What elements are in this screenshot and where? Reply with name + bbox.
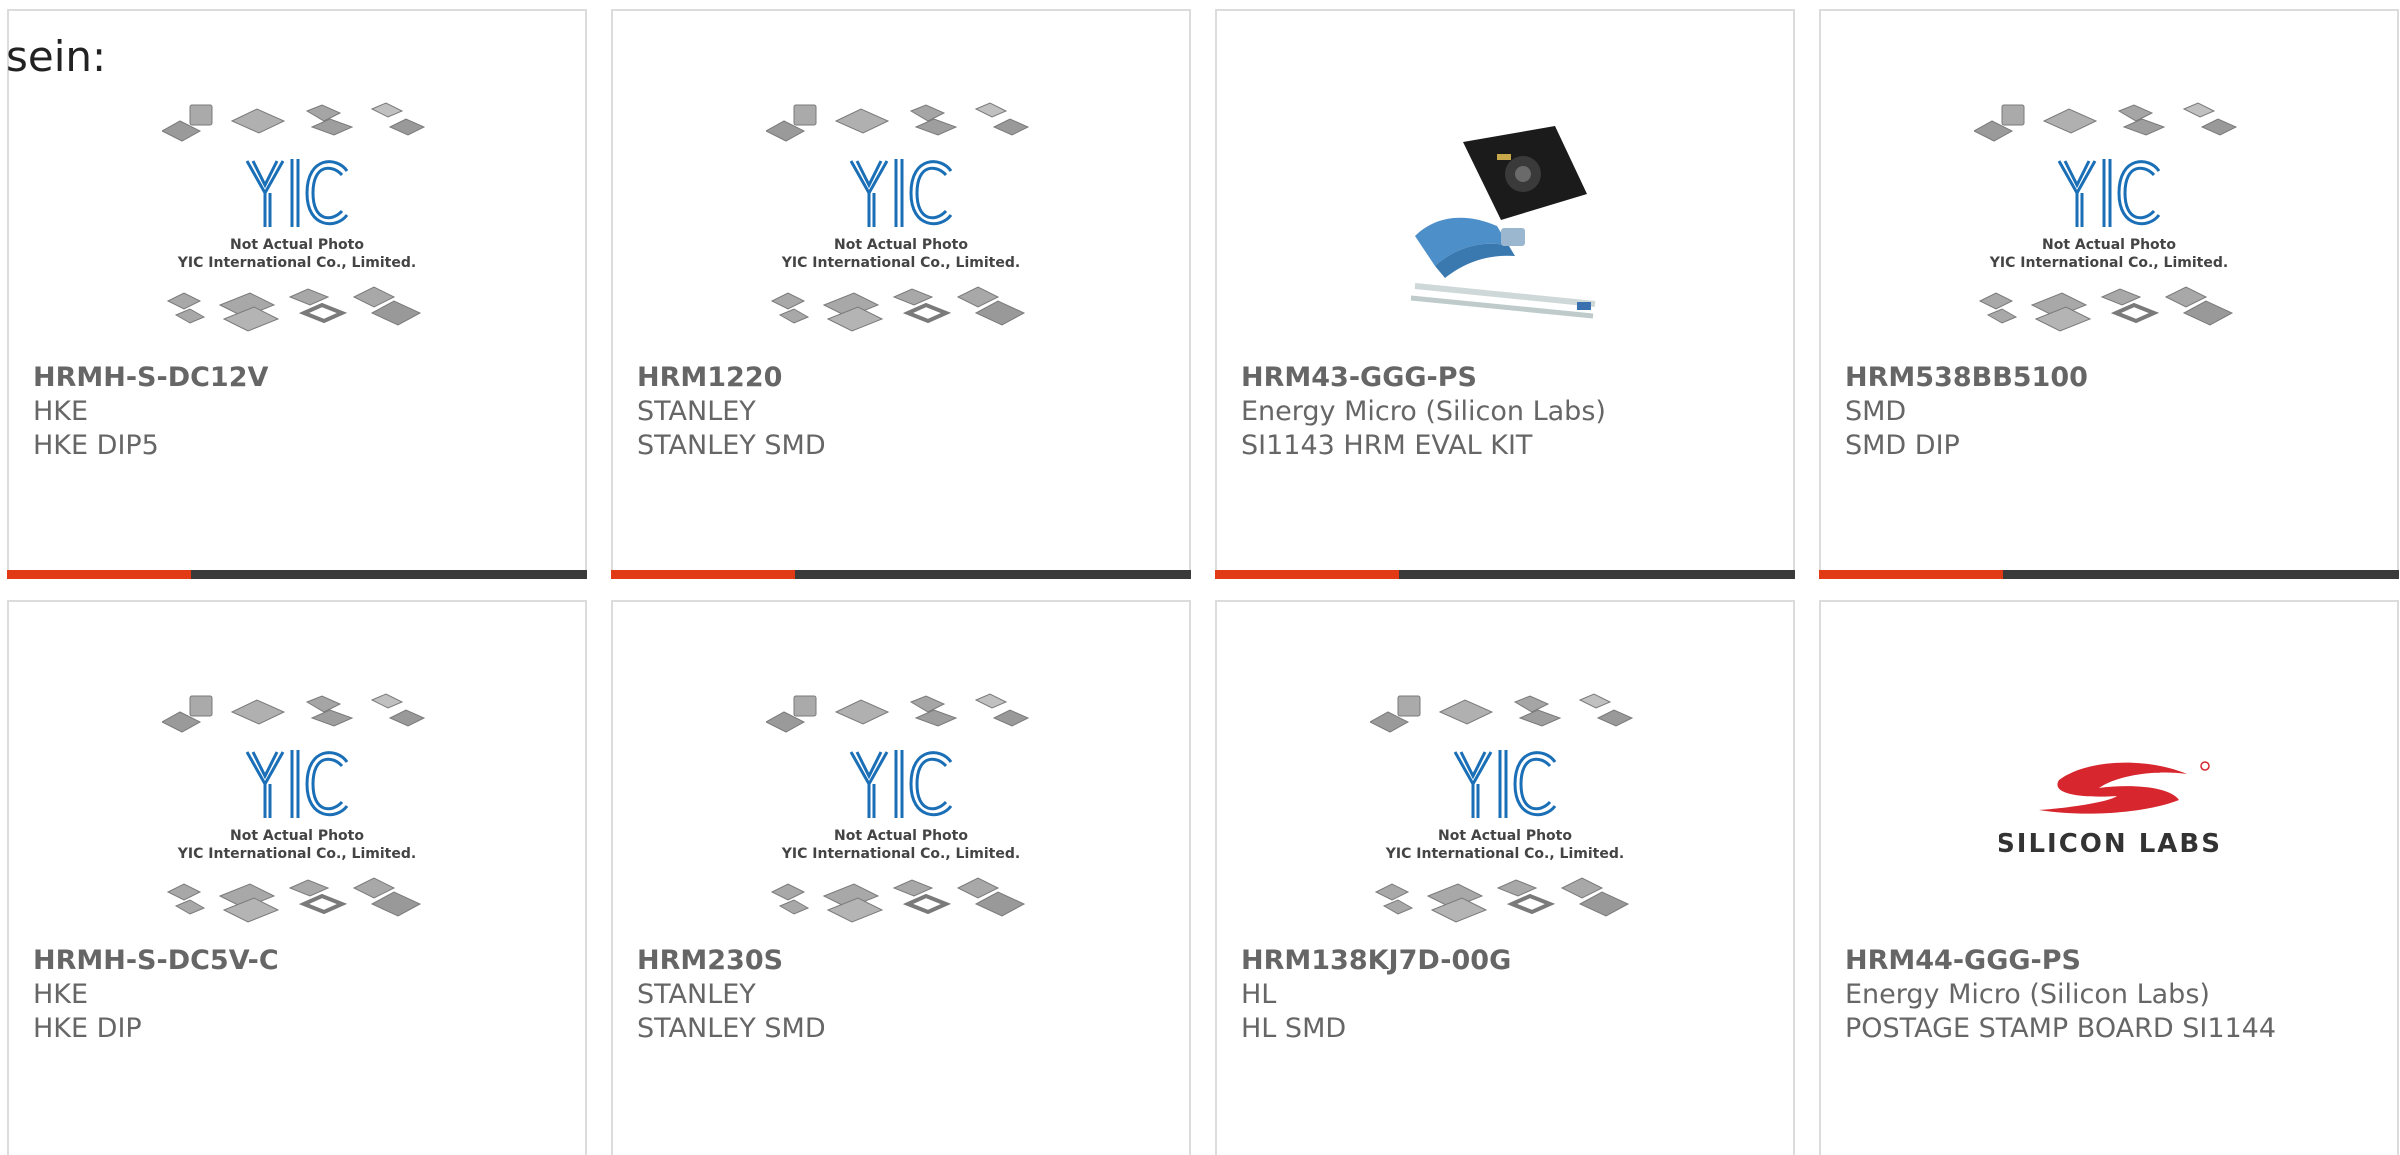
placeholder-line2: YIC International Co., Limited. [781, 846, 1020, 862]
silicon-labs-logo-text: SILICON LABS [1999, 829, 2219, 859]
placeholder-line1: Not Actual Photo [1438, 828, 1572, 844]
product-part-number-link[interactable]: HRMH-S-DC12V [33, 361, 575, 395]
product-description: STANLEY SMD [637, 430, 826, 461]
product-info: HRM1220 STANLEY STANLEY SMD [637, 361, 1179, 463]
card-accent-highlight [1819, 570, 2003, 579]
product-manufacturer: HL [1241, 979, 1277, 1010]
product-card[interactable]: Not Actual Photo YIC International Co., … [611, 9, 1191, 579]
placeholder-line1: Not Actual Photo [2042, 237, 2176, 253]
product-image[interactable]: Not Actual Photo YIC International Co., … [1821, 81, 2397, 361]
product-card[interactable]: Not Actual Photo YIC International Co., … [1215, 600, 1795, 1155]
product-part-number-link[interactable]: HRM138KJ7D-00G [1241, 944, 1783, 978]
product-part-number-link[interactable]: HRM230S [637, 944, 1179, 978]
product-image[interactable]: SILICON LABS [1821, 672, 2397, 952]
product-image[interactable]: Not Actual Photo YIC International Co., … [613, 81, 1189, 361]
product-manufacturer: SMD [1845, 396, 1907, 427]
product-manufacturer: HKE [33, 979, 89, 1010]
product-image[interactable]: Not Actual Photo YIC International Co., … [9, 81, 585, 361]
product-card[interactable]: SILICON LABS HRM44-GGG-PS Energy Micro (S… [1819, 600, 2399, 1155]
product-part-number-link[interactable]: HRM1220 [637, 361, 1179, 395]
product-info: HRM43-GGG-PS Energy Micro (Silicon Labs) S… [1241, 361, 1783, 463]
placeholder-line2: YIC International Co., Limited. [1385, 846, 1624, 862]
product-manufacturer: HKE [33, 396, 89, 427]
product-part-number-link[interactable]: HRM44-GGG-PS [1845, 944, 2387, 978]
product-info: HRM230S STANLEY STANLEY SMD [637, 944, 1179, 1046]
placeholder-line1: Not Actual Photo [230, 828, 364, 844]
card-accent-highlight [1215, 570, 1399, 579]
product-card[interactable]: Not Actual Photo YIC International Co., … [7, 600, 587, 1155]
product-image[interactable]: Not Actual Photo YIC International Co., … [1217, 672, 1793, 952]
card-accent-bar [611, 570, 1191, 579]
product-description: POSTAGE STAMP BOARD SI1144 [1845, 1013, 2277, 1044]
product-info: HRMH-S-DC12V HKE HKE DIP5 [33, 361, 575, 463]
product-part-number-link[interactable]: HRM538BB5100 [1845, 361, 2387, 395]
placeholder-line2: YIC International Co., Limited. [177, 846, 416, 862]
product-manufacturer: Energy Micro (Silicon Labs) [1241, 396, 1606, 427]
eval-kit-photo [1410, 126, 1596, 319]
product-card[interactable]: HRM43-GGG-PS Energy Micro (Silicon Labs) S… [1215, 9, 1795, 579]
placeholder-line1: Not Actual Photo [834, 828, 968, 844]
product-description: HKE DIP [33, 1013, 142, 1044]
product-card[interactable]: Not Actual Photo YIC International Co., … [7, 9, 587, 579]
product-description: SI1143 HRM EVAL KIT [1241, 430, 1533, 461]
placeholder-line1: Not Actual Photo [230, 237, 364, 253]
product-card[interactable]: Not Actual Photo YIC International Co., … [1819, 9, 2399, 579]
product-manufacturer: STANLEY [637, 396, 756, 427]
product-part-number-link[interactable]: HRMH-S-DC5V-C [33, 944, 575, 978]
product-description: HL SMD [1241, 1013, 1347, 1044]
product-info: HRM138KJ7D-00G HL HL SMD [1241, 944, 1783, 1046]
yic-placeholder-image: Not Actual Photo YIC International Co., … [162, 693, 426, 923]
card-accent-bar [1819, 570, 2399, 579]
card-accent-bar [7, 570, 587, 579]
yic-placeholder-image: Not Actual Photo YIC International Co., … [766, 693, 1030, 923]
intro-text: sein: [6, 32, 107, 81]
product-card[interactable]: Not Actual Photo YIC International Co., … [611, 600, 1191, 1155]
product-image[interactable]: Not Actual Photo YIC International Co., … [9, 672, 585, 952]
product-description: HKE DIP5 [33, 430, 159, 461]
product-image[interactable]: Not Actual Photo YIC International Co., … [613, 672, 1189, 952]
yic-placeholder-image: Not Actual Photo YIC International Co., … [1370, 693, 1634, 923]
product-info: HRMH-S-DC5V-C HKE HKE DIP [33, 944, 575, 1046]
product-info: HRM44-GGG-PS Energy Micro (Silicon Labs) P… [1845, 944, 2387, 1046]
product-part-number-link[interactable]: HRM43-GGG-PS [1241, 361, 1783, 395]
product-info: HRM538BB5100 SMD SMD DIP [1845, 361, 2387, 463]
yic-placeholder-image: Not Actual Photo YIC International Co., … [766, 102, 1030, 332]
silicon-labs-logo: SILICON LABS [1999, 761, 2219, 859]
yic-placeholder-image: Not Actual Photo YIC International Co., … [162, 102, 426, 332]
product-manufacturer: STANLEY [637, 979, 756, 1010]
placeholder-line2: YIC International Co., Limited. [781, 255, 1020, 271]
product-image[interactable] [1217, 81, 1793, 361]
placeholder-line2: YIC International Co., Limited. [177, 255, 416, 271]
product-manufacturer: Energy Micro (Silicon Labs) [1845, 979, 2210, 1010]
card-accent-highlight [611, 570, 795, 579]
product-description: STANLEY SMD [637, 1013, 826, 1044]
placeholder-line1: Not Actual Photo [834, 237, 968, 253]
yic-placeholder-image: Not Actual Photo YIC International Co., … [1974, 102, 2238, 332]
card-accent-bar [1215, 570, 1795, 579]
placeholder-line2: YIC International Co., Limited. [1989, 255, 2228, 271]
product-description: SMD DIP [1845, 430, 1960, 461]
card-accent-highlight [7, 570, 191, 579]
